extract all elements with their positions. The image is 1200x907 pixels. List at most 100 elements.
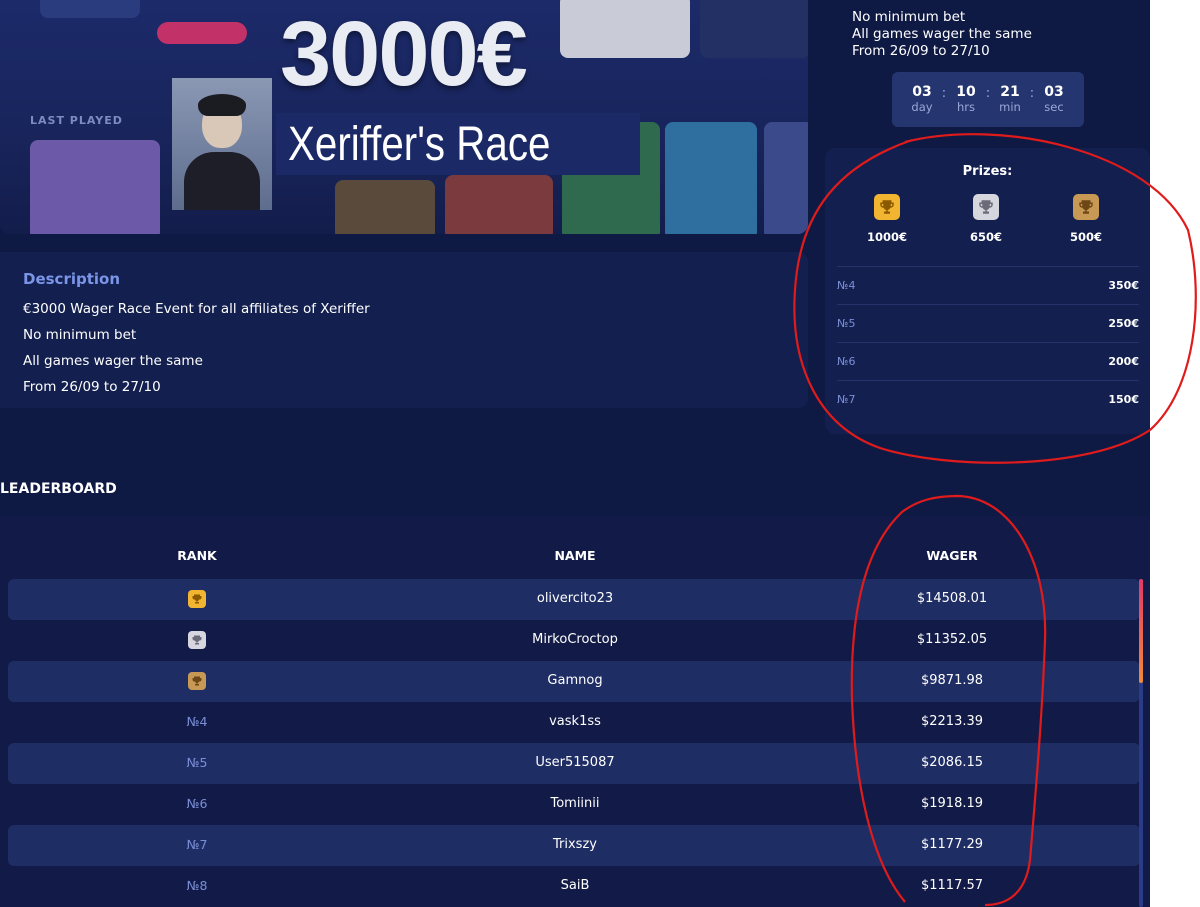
countdown-value: 21 xyxy=(1000,84,1020,100)
prize-amount: 350€ xyxy=(1108,279,1139,292)
prize-amount: 150€ xyxy=(1108,393,1139,406)
leaderboard-scrollbar[interactable] xyxy=(1139,579,1143,907)
leaderboard-header: RANK NAME WAGER xyxy=(8,548,1140,568)
banner-car-image xyxy=(560,0,690,58)
leaderboard-table: RANK NAME WAGER olivercito23 $14508.01 M… xyxy=(0,516,1150,907)
prize-list: №4 350€ №5 250€ №6 200€ №7 150€ xyxy=(837,266,1139,418)
podium-second: 650€ xyxy=(956,194,1016,244)
countdown-value: 03 xyxy=(912,84,932,100)
countdown-separator: : xyxy=(941,86,947,101)
race-page: LAST PLAYED 3000€ Xeriffer's Race Descri… xyxy=(0,0,1150,907)
trophy-icon xyxy=(973,194,999,220)
countdown-label: day xyxy=(911,100,933,114)
trophy-icon xyxy=(188,630,206,649)
countdown-minutes: 21 min xyxy=(993,84,1027,115)
banner-prize-amount: 3000€ xyxy=(280,3,528,105)
table-row: №4 vask1ss $2213.39 xyxy=(8,702,1140,743)
rank-cell xyxy=(8,661,386,700)
prizes-heading: Prizes: xyxy=(962,164,1013,179)
rank-cell: №5 xyxy=(186,755,208,770)
last-played-label: LAST PLAYED xyxy=(30,114,123,127)
column-header-wager: WAGER xyxy=(926,548,978,563)
prize-row: №7 150€ xyxy=(837,380,1139,418)
player-name: MirkoCroctop xyxy=(532,632,618,647)
rule-line: From 26/09 to 27/10 xyxy=(852,43,990,59)
leaderboard-rows: olivercito23 $14508.01 MirkoCroctop $113… xyxy=(8,579,1140,907)
player-wager: $2213.39 xyxy=(920,714,984,729)
prize-row: №6 200€ xyxy=(837,342,1139,380)
prize-amount: 250€ xyxy=(1108,317,1139,330)
countdown-label: hrs xyxy=(956,100,975,114)
rule-line: No minimum bet xyxy=(852,9,966,25)
countdown-separator: : xyxy=(1029,86,1035,101)
player-wager: $9871.98 xyxy=(920,673,984,688)
podium-amount: 650€ xyxy=(969,230,1002,244)
description-line: From 26/09 to 27/10 xyxy=(23,379,161,395)
player-wager: $1117.57 xyxy=(920,878,984,893)
rule-line: All games wager the same xyxy=(852,26,1032,42)
countdown-label: sec xyxy=(1044,100,1064,114)
player-name: Trixszy xyxy=(553,837,597,852)
countdown-label: min xyxy=(999,100,1021,114)
scrollbar-thumb[interactable] xyxy=(1139,579,1143,683)
podium-first: 1000€ xyxy=(857,194,917,244)
trophy-icon xyxy=(1073,194,1099,220)
table-row: №5 User515087 $2086.15 xyxy=(8,743,1140,784)
rank-cell: №4 xyxy=(186,714,208,729)
table-row: olivercito23 $14508.01 xyxy=(8,579,1140,620)
player-name: vask1ss xyxy=(549,714,601,729)
player-name: User515087 xyxy=(535,755,615,770)
trophy-icon xyxy=(188,589,206,608)
banner-badge xyxy=(157,22,247,44)
prize-rank: №4 xyxy=(837,279,856,292)
column-header-rank: RANK xyxy=(177,548,217,563)
race-banner: LAST PLAYED 3000€ Xeriffer's Race xyxy=(0,0,808,234)
banner-title: Xeriffer's Race xyxy=(288,117,551,171)
rank-cell: №8 xyxy=(186,878,208,893)
countdown-hours: 10 hrs xyxy=(949,84,983,115)
rank-cell xyxy=(8,579,386,618)
podium-amount: 1000€ xyxy=(866,230,907,244)
description-heading: Description xyxy=(23,270,121,288)
countdown-seconds: 03 sec xyxy=(1037,84,1071,115)
player-wager: $11352.05 xyxy=(916,632,988,647)
race-rules-summary: No minimum bet All games wager the same … xyxy=(852,9,1032,60)
description-line: €3000 Wager Race Event for all affiliate… xyxy=(23,301,370,317)
prize-row: №5 250€ xyxy=(837,304,1139,342)
column-header-name: NAME xyxy=(554,548,596,563)
countdown-separator: : xyxy=(985,86,991,101)
table-row: №7 Trixszy $1177.29 xyxy=(8,825,1140,866)
player-name: Tomiinii xyxy=(550,796,600,811)
rank-cell xyxy=(8,620,386,659)
table-row: №6 Tomiinii $1918.19 xyxy=(8,784,1140,825)
leaderboard-title: LEADERBOARD xyxy=(0,481,117,497)
rank-cell: №6 xyxy=(186,796,208,811)
countdown-value: 03 xyxy=(1044,84,1064,100)
prize-row: №4 350€ xyxy=(837,266,1139,304)
player-wager: $14508.01 xyxy=(916,591,988,606)
table-row: Gamnog $9871.98 xyxy=(8,661,1140,702)
table-row: №8 SaiB $1117.57 xyxy=(8,866,1140,907)
table-row: MirkoCroctop $11352.05 xyxy=(8,620,1140,661)
banner-tile xyxy=(40,0,140,18)
player-name: olivercito23 xyxy=(536,591,614,606)
countdown-value: 10 xyxy=(956,84,976,100)
player-wager: $2086.15 xyxy=(920,755,984,770)
player-wager: $1177.29 xyxy=(920,837,984,852)
banner-title-box: Xeriffer's Race xyxy=(276,113,640,175)
description-line: No minimum bet xyxy=(23,327,137,343)
banner-game-thumb xyxy=(764,122,808,234)
banner-tile xyxy=(700,0,808,58)
trophy-icon xyxy=(188,671,206,690)
trophy-icon xyxy=(874,194,900,220)
prize-rank: №6 xyxy=(837,355,856,368)
countdown-days: 03 day xyxy=(905,84,939,115)
podium-third: 500€ xyxy=(1056,194,1116,244)
prize-amount: 200€ xyxy=(1108,355,1139,368)
description-line: All games wager the same xyxy=(23,353,203,369)
rank-cell: №7 xyxy=(186,837,208,852)
banner-game-thumb xyxy=(665,122,757,234)
host-avatar xyxy=(172,78,272,210)
player-name: Gamnog xyxy=(547,673,603,688)
podium-amount: 500€ xyxy=(1069,230,1102,244)
